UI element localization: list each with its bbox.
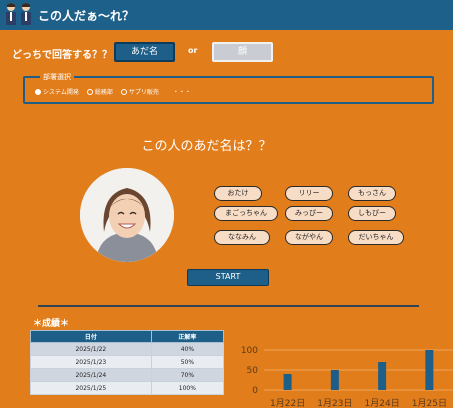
- person-photo: [80, 168, 174, 262]
- choice-button[interactable]: だいちゃん: [348, 230, 404, 245]
- cell-date: 2025/1/22: [30, 342, 152, 356]
- more-departments-ellipsis: ・・・: [172, 89, 191, 96]
- start-button[interactable]: START: [187, 269, 269, 286]
- table-row: 2025/1/25 100%: [30, 381, 225, 395]
- results-table: 日付 正解率 2025/1/22 40% 2025/1/23 50% 2025/…: [30, 330, 225, 395]
- table-row: 2025/1/23 50%: [30, 355, 225, 369]
- department-option-system[interactable]: システム開発: [35, 87, 79, 96]
- choice-button[interactable]: ながやん: [285, 230, 333, 245]
- nickname-mode-button[interactable]: あだ名: [114, 42, 175, 62]
- radio-selected-icon[interactable]: [35, 88, 41, 95]
- column-header-date: 日付: [30, 330, 152, 343]
- table-row: 2025/1/22 40%: [30, 342, 225, 356]
- choice-button[interactable]: もっさん: [348, 186, 396, 201]
- bar: [283, 374, 292, 390]
- department-options: システム開発 総務部 サプリ販売 ・・・: [35, 87, 191, 96]
- question-text: この人のあだ名は？？: [141, 139, 272, 154]
- bar: [425, 350, 434, 390]
- bar: [330, 370, 339, 390]
- cell-accuracy: 70%: [150, 368, 225, 382]
- x-tick-label: 1月24日: [365, 398, 400, 408]
- y-tick-label: 100: [241, 346, 258, 356]
- x-tick-label: 1月23日: [317, 398, 352, 408]
- department-option-supplement-sales[interactable]: サプリ販売: [120, 87, 159, 96]
- x-tick-label: 1月25日: [412, 398, 447, 408]
- results-title: ＊成績＊: [33, 319, 70, 329]
- section-divider: [38, 305, 419, 307]
- choice-button[interactable]: おたけ: [214, 186, 262, 201]
- department-group-title: 部署選択: [40, 72, 74, 82]
- x-tick-label: 1月22日: [270, 398, 305, 408]
- choice-button[interactable]: まごっちゃん: [214, 206, 278, 221]
- choice-button[interactable]: しもぴー: [348, 206, 396, 221]
- cell-date: 2025/1/25: [30, 381, 152, 395]
- people-logo-icon: [6, 3, 31, 25]
- title-bar: この人だぁ～れ？: [0, 0, 453, 30]
- or-label: or: [188, 46, 198, 55]
- bar: [378, 362, 387, 390]
- radio-icon[interactable]: [120, 88, 127, 95]
- y-tick-label: 0: [252, 386, 258, 396]
- app-title: この人だぁ～れ？: [38, 9, 135, 23]
- department-option-general-affairs[interactable]: 総務部: [86, 87, 113, 96]
- cell-date: 2025/1/23: [30, 355, 152, 369]
- answer-mode-label: どっちで回答する？？: [12, 50, 112, 61]
- cell-date: 2025/1/24: [30, 368, 152, 382]
- choice-button[interactable]: みっぴー: [285, 206, 333, 221]
- cell-accuracy: 50%: [150, 355, 225, 369]
- y-tick-label: 50: [247, 366, 259, 376]
- column-header-accuracy: 正解率: [150, 330, 225, 343]
- face-mode-button[interactable]: 顔: [212, 42, 273, 62]
- cell-accuracy: 40%: [150, 342, 225, 356]
- radio-icon[interactable]: [86, 88, 93, 95]
- choice-button[interactable]: ななみん: [214, 230, 270, 245]
- choice-button[interactable]: リリー: [285, 186, 333, 201]
- cell-accuracy: 100%: [150, 381, 225, 395]
- table-row: 2025/1/24 70%: [30, 368, 225, 382]
- score-bar-chart: 0 50 100 1月22日 1月23日 1月24日 1月25日: [241, 346, 453, 408]
- table-header-row: 日付 正解率: [30, 330, 225, 343]
